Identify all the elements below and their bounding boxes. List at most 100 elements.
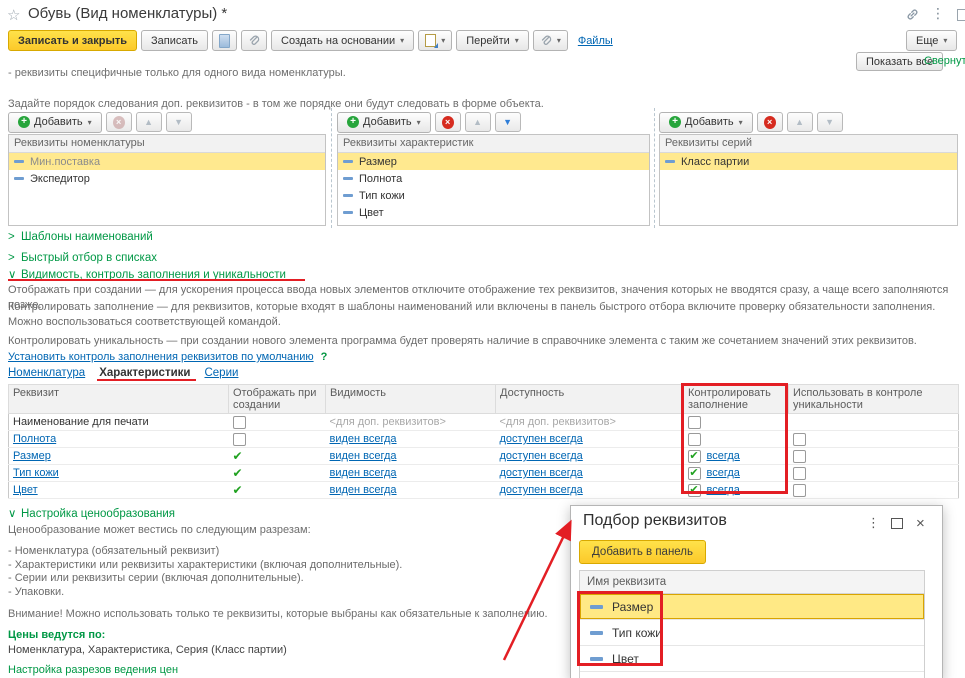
move-up-button[interactable]: ▲ (136, 112, 162, 132)
list-item[interactable]: Мин.поставка (9, 153, 325, 170)
list-item[interactable]: Цвет (338, 204, 649, 221)
availability-link[interactable]: доступен всегда (500, 484, 583, 496)
checkbox-checked[interactable]: ✔ (688, 467, 701, 480)
cell-use-in-uniqueness (789, 448, 959, 465)
list-column-header: Реквизиты характеристик (338, 135, 649, 153)
delete-button[interactable]: × (757, 112, 783, 132)
visibility-link[interactable]: виден всегда (330, 467, 397, 479)
favorite-star-icon[interactable]: ☆ (7, 6, 20, 24)
cell-availability: <для доп. реквизитов> (496, 414, 684, 431)
pricing-bullet: - Серии или реквизиты серии (включая доп… (8, 572, 560, 586)
visibility-link[interactable]: виден всегда (330, 450, 397, 462)
add-button[interactable]: Добавить▾ (8, 112, 102, 133)
always-link[interactable]: всегда (707, 467, 740, 479)
always-link[interactable]: всегда (707, 450, 740, 462)
attribute-name-link[interactable]: Размер (13, 450, 51, 462)
delete-button[interactable]: × (106, 112, 132, 132)
checkbox-unchecked[interactable] (688, 416, 701, 429)
move-down-button[interactable]: ▼ (817, 112, 843, 132)
col-visibility: Видимость (326, 385, 496, 414)
panel-toolbar: Добавить▾×▲▼ (337, 111, 650, 133)
paperclip-icon (248, 34, 260, 48)
popup-list-item[interactable]: Цвет (580, 646, 924, 672)
panel-toolbar: Добавить▾×▲ ▼ (8, 111, 326, 133)
attribute-name-link[interactable]: Тип кожи (13, 467, 59, 479)
save-and-close-button[interactable]: Записать и закрыть (8, 30, 137, 51)
checkbox-unchecked[interactable] (793, 450, 806, 463)
add-button[interactable]: Добавить▾ (659, 112, 753, 133)
prices-by-value: Номенклатура, Характеристика, Серия (Кла… (8, 644, 560, 656)
checkbox-checked[interactable]: ✔ (688, 450, 701, 463)
tab-series[interactable]: Серии (204, 367, 238, 379)
maximize-icon[interactable] (891, 518, 903, 529)
add-button[interactable]: Добавить▾ (337, 112, 431, 133)
visibility-paragraph-2: Контролировать заполнение — для реквизит… (8, 300, 956, 330)
checkbox-unchecked[interactable] (793, 484, 806, 497)
list-item[interactable]: Полнота (338, 170, 649, 187)
list-item[interactable]: Класс партии (660, 153, 957, 170)
files-link[interactable]: Файлы (578, 35, 613, 47)
reports-dropdown-button[interactable]: ▾ (418, 30, 452, 51)
arrow-down-icon: ▼ (825, 118, 834, 127)
attachment-button[interactable] (241, 30, 267, 51)
visibility-link[interactable]: виден всегда (330, 433, 397, 445)
cell-availability: доступен всегда (496, 482, 684, 499)
add-to-panel-button[interactable]: Добавить в панель (579, 540, 706, 564)
always-link[interactable]: всегда (707, 484, 740, 496)
dialog-menu-icon[interactable]: ⋮ (867, 515, 880, 531)
cell-visibility: виден всегда (326, 465, 496, 482)
list-item[interactable]: Размер (338, 153, 649, 170)
list-item[interactable]: Экспедитор (9, 170, 325, 187)
popup-list-item[interactable]: Тип кожи (580, 620, 924, 646)
tab-nomenclature[interactable]: Номенклатура (8, 367, 85, 379)
move-down-button[interactable]: ▼ (495, 112, 521, 132)
attribute-name-link[interactable]: Цвет (13, 484, 38, 496)
delete-button[interactable]: × (435, 112, 461, 132)
visibility-link[interactable]: виден всегда (330, 484, 397, 496)
availability-link[interactable]: доступен всегда (500, 450, 583, 462)
help-icon[interactable]: ? (321, 351, 328, 363)
col-control-fill: Контролировать заполнение (684, 385, 789, 414)
attribute-name-link[interactable]: Полнота (13, 433, 56, 445)
move-up-button[interactable]: ▲ (465, 112, 491, 132)
visibility-hint: <для доп. реквизитов> (330, 416, 446, 428)
checkbox-unchecked[interactable] (793, 433, 806, 446)
section-quick-filter[interactable]: >Быстрый отбор в списках (8, 252, 157, 264)
checkbox-unchecked[interactable] (233, 433, 246, 446)
structure-button[interactable] (212, 30, 237, 51)
section-visibility[interactable]: ∨Видимость, контроль заполнения и уникал… (8, 267, 286, 281)
availability-link[interactable]: доступен всегда (500, 467, 583, 479)
section-pricing[interactable]: ∨Настройка ценообразования (8, 506, 560, 520)
report-page-icon (425, 34, 436, 47)
close-icon[interactable]: × (916, 515, 925, 532)
save-button[interactable]: Записать (141, 30, 208, 51)
panel-splitter[interactable] (654, 108, 655, 228)
add-button-label: Добавить (363, 116, 412, 128)
checkbox-checked[interactable]: ✔ (688, 484, 701, 497)
window-icon[interactable] (957, 9, 965, 21)
cell-use-in-uniqueness (789, 465, 959, 482)
attribute-list: Реквизиты характеристикРазмерПолнотаТип … (337, 134, 650, 226)
set-default-control-link[interactable]: Установить контроль заполнения реквизито… (8, 351, 314, 363)
checkbox-unchecked[interactable] (233, 416, 246, 429)
tab-characteristics[interactable]: Характеристики (99, 367, 190, 379)
more-menu-icon[interactable]: ⋮ (931, 5, 945, 22)
attachments-dropdown-button[interactable]: ▾ (533, 30, 568, 51)
panel-splitter[interactable] (331, 108, 332, 228)
list-item[interactable]: Тип кожи (338, 187, 649, 204)
move-down-button[interactable]: ▼ (166, 112, 192, 132)
collapse-link[interactable]: Свернуть (924, 55, 965, 67)
panel-characteristic-attributes: Добавить▾×▲▼Реквизиты характеристикРазме… (337, 111, 650, 226)
move-up-button[interactable]: ▲ (787, 112, 813, 132)
availability-link[interactable]: доступен всегда (500, 433, 583, 445)
more-button[interactable]: Еще▾ (906, 30, 957, 51)
goto-button[interactable]: Перейти▾ (456, 30, 529, 51)
section-name-templates[interactable]: >Шаблоны наименований (8, 231, 153, 243)
checkbox-unchecked[interactable] (793, 467, 806, 480)
dropdown-arrow-icon: ▾ (400, 36, 404, 45)
popup-list-item[interactable]: Размер (580, 594, 924, 620)
checkbox-unchecked[interactable] (688, 433, 701, 446)
copy-link-icon[interactable] (905, 7, 920, 25)
arrow-down-icon: ▼ (174, 118, 183, 127)
create-based-on-button[interactable]: Создать на основании▾ (271, 30, 414, 51)
